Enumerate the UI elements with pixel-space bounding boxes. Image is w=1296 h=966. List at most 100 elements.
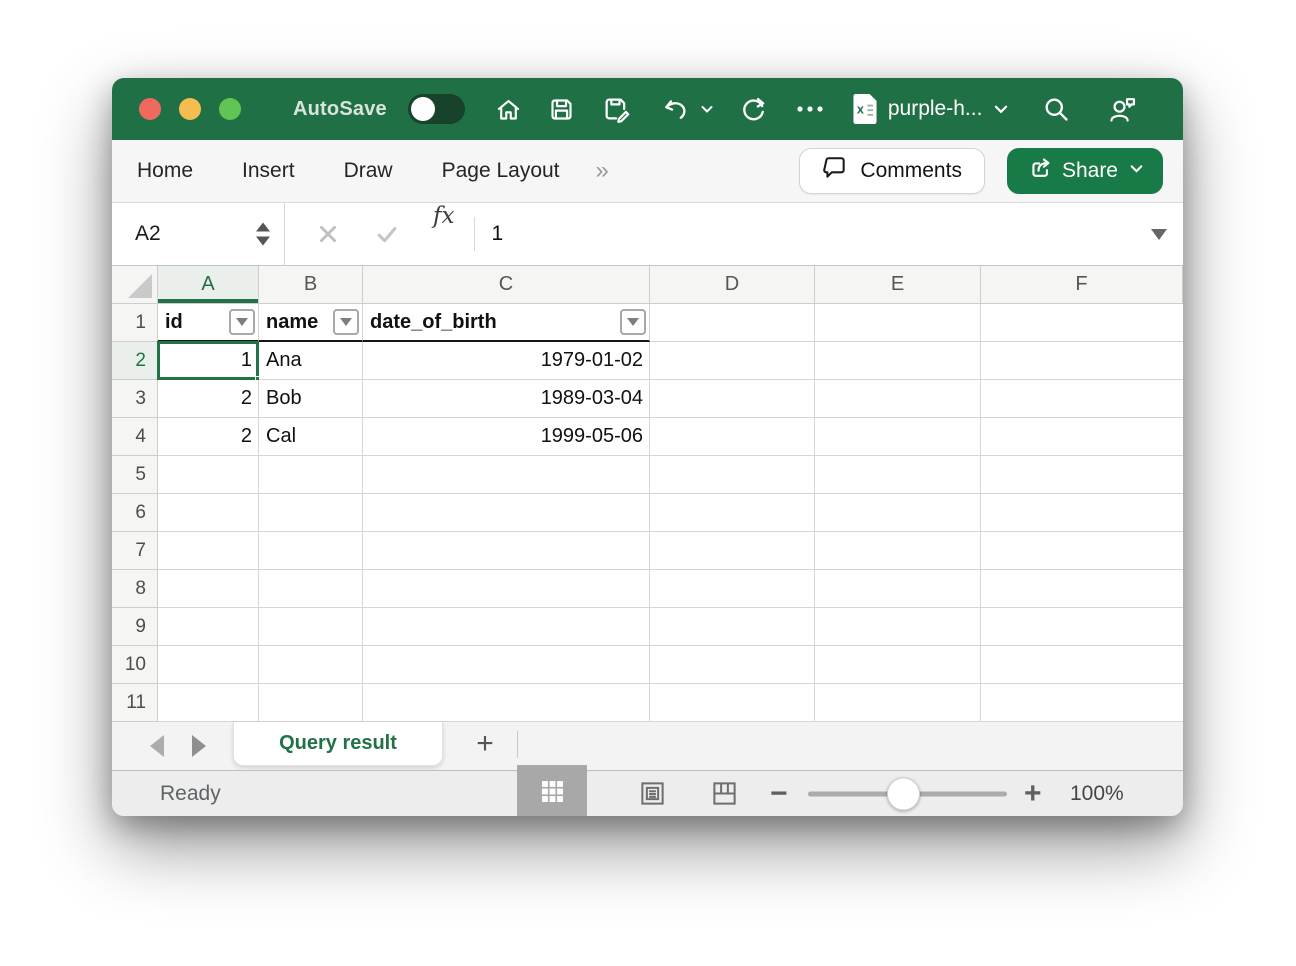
tab-page-layout[interactable]: Page Layout xyxy=(442,159,560,183)
zoom-slider-knob[interactable] xyxy=(887,777,920,810)
row-header-6[interactable]: 6 xyxy=(112,494,158,532)
cell-a6[interactable] xyxy=(158,494,259,532)
cell-b6[interactable] xyxy=(259,494,363,532)
cell-c7[interactable] xyxy=(363,532,650,570)
cell-a10[interactable] xyxy=(158,646,259,684)
fx-icon[interactable]: fx xyxy=(433,203,454,265)
cell-d2[interactable] xyxy=(650,342,815,380)
cell-b11[interactable] xyxy=(259,684,363,722)
cell-c10[interactable] xyxy=(363,646,650,684)
formula-input[interactable]: 1 xyxy=(491,203,1151,265)
cell-f7[interactable] xyxy=(981,532,1183,570)
cell-a11[interactable] xyxy=(158,684,259,722)
column-header-b[interactable]: B xyxy=(259,266,363,304)
cell-e11[interactable] xyxy=(815,684,981,722)
cell-f3[interactable] xyxy=(981,380,1183,418)
close-button[interactable] xyxy=(139,98,161,120)
cell-e1[interactable] xyxy=(815,304,981,342)
cell-c3[interactable]: 1989-03-04 xyxy=(363,380,650,418)
enter-check-icon[interactable] xyxy=(375,203,399,265)
row-header-9[interactable]: 9 xyxy=(112,608,158,646)
cell-a9[interactable] xyxy=(158,608,259,646)
autosave-toggle[interactable] xyxy=(408,94,465,124)
cell-d6[interactable] xyxy=(650,494,815,532)
cell-b2[interactable]: Ana xyxy=(259,342,363,380)
column-header-a[interactable]: A xyxy=(158,266,259,304)
cell-f1[interactable] xyxy=(981,304,1183,342)
row-header-11[interactable]: 11 xyxy=(112,684,158,722)
row-header-5[interactable]: 5 xyxy=(112,456,158,494)
cell-b5[interactable] xyxy=(259,456,363,494)
cell-e3[interactable] xyxy=(815,380,981,418)
row-header-1[interactable]: 1 xyxy=(112,304,158,342)
cell-b10[interactable] xyxy=(259,646,363,684)
column-header-f[interactable]: F xyxy=(981,266,1183,304)
cell-e2[interactable] xyxy=(815,342,981,380)
zoom-out-button[interactable]: − xyxy=(770,777,788,811)
cell-d10[interactable] xyxy=(650,646,815,684)
cell-d4[interactable] xyxy=(650,418,815,456)
cell-f8[interactable] xyxy=(981,570,1183,608)
cell-a2-selected[interactable]: 1 xyxy=(158,342,259,380)
cell-d7[interactable] xyxy=(650,532,815,570)
redo-icon[interactable] xyxy=(740,95,768,123)
cell-b4[interactable]: Cal xyxy=(259,418,363,456)
fullscreen-button[interactable] xyxy=(219,98,241,120)
next-sheet-icon[interactable] xyxy=(164,735,206,757)
cell-f11[interactable] xyxy=(981,684,1183,722)
document-title[interactable]: purple-h... xyxy=(888,97,983,121)
cell-b3[interactable]: Bob xyxy=(259,380,363,418)
cell-e10[interactable] xyxy=(815,646,981,684)
add-sheet-button[interactable]: + xyxy=(467,722,503,766)
tab-insert[interactable]: Insert xyxy=(242,159,295,183)
minimize-button[interactable] xyxy=(179,98,201,120)
filter-button-id[interactable] xyxy=(229,309,255,335)
comments-button[interactable]: Comments xyxy=(799,148,985,194)
row-header-4[interactable]: 4 xyxy=(112,418,158,456)
cell-c4[interactable]: 1999-05-06 xyxy=(363,418,650,456)
cell-a7[interactable] xyxy=(158,532,259,570)
cell-f9[interactable] xyxy=(981,608,1183,646)
share-button[interactable]: Share xyxy=(1007,148,1163,194)
sheet-tab-query-result[interactable]: Query result xyxy=(233,722,443,766)
cell-d8[interactable] xyxy=(650,570,815,608)
page-break-view-button[interactable] xyxy=(691,771,757,816)
people-icon[interactable] xyxy=(1108,94,1138,124)
cell-a4[interactable]: 2 xyxy=(158,418,259,456)
zoom-in-button[interactable]: + xyxy=(1024,777,1042,811)
filter-button-date[interactable] xyxy=(620,309,646,335)
cell-a1[interactable]: id xyxy=(158,304,259,342)
cell-e6[interactable] xyxy=(815,494,981,532)
cell-c1[interactable]: date_of_birth xyxy=(363,304,650,342)
cell-c8[interactable] xyxy=(363,570,650,608)
cell-d9[interactable] xyxy=(650,608,815,646)
cell-e8[interactable] xyxy=(815,570,981,608)
cell-c2[interactable]: 1979-01-02 xyxy=(363,342,650,380)
row-header-7[interactable]: 7 xyxy=(112,532,158,570)
undo-chevron-icon[interactable] xyxy=(699,101,715,117)
cell-e5[interactable] xyxy=(815,456,981,494)
zoom-level[interactable]: 100% xyxy=(1070,782,1124,806)
filter-button-name[interactable] xyxy=(333,309,359,335)
ribbon-overflow-chevron-icon[interactable]: » xyxy=(596,157,609,185)
cell-b8[interactable] xyxy=(259,570,363,608)
cell-d1[interactable] xyxy=(650,304,815,342)
cell-d5[interactable] xyxy=(650,456,815,494)
cell-e7[interactable] xyxy=(815,532,981,570)
cell-f6[interactable] xyxy=(981,494,1183,532)
page-layout-view-button[interactable] xyxy=(619,771,685,816)
cell-b1[interactable]: name xyxy=(259,304,363,342)
cell-d3[interactable] xyxy=(650,380,815,418)
cancel-icon[interactable] xyxy=(317,203,339,265)
cell-c5[interactable] xyxy=(363,456,650,494)
cell-f4[interactable] xyxy=(981,418,1183,456)
more-icon[interactable] xyxy=(796,104,824,114)
cell-c9[interactable] xyxy=(363,608,650,646)
cell-f10[interactable] xyxy=(981,646,1183,684)
name-box-spinner[interactable] xyxy=(256,223,270,246)
cell-a8[interactable] xyxy=(158,570,259,608)
formula-bar-expand-icon[interactable] xyxy=(1151,229,1167,240)
cell-b7[interactable] xyxy=(259,532,363,570)
undo-icon[interactable] xyxy=(661,95,689,123)
cell-e9[interactable] xyxy=(815,608,981,646)
